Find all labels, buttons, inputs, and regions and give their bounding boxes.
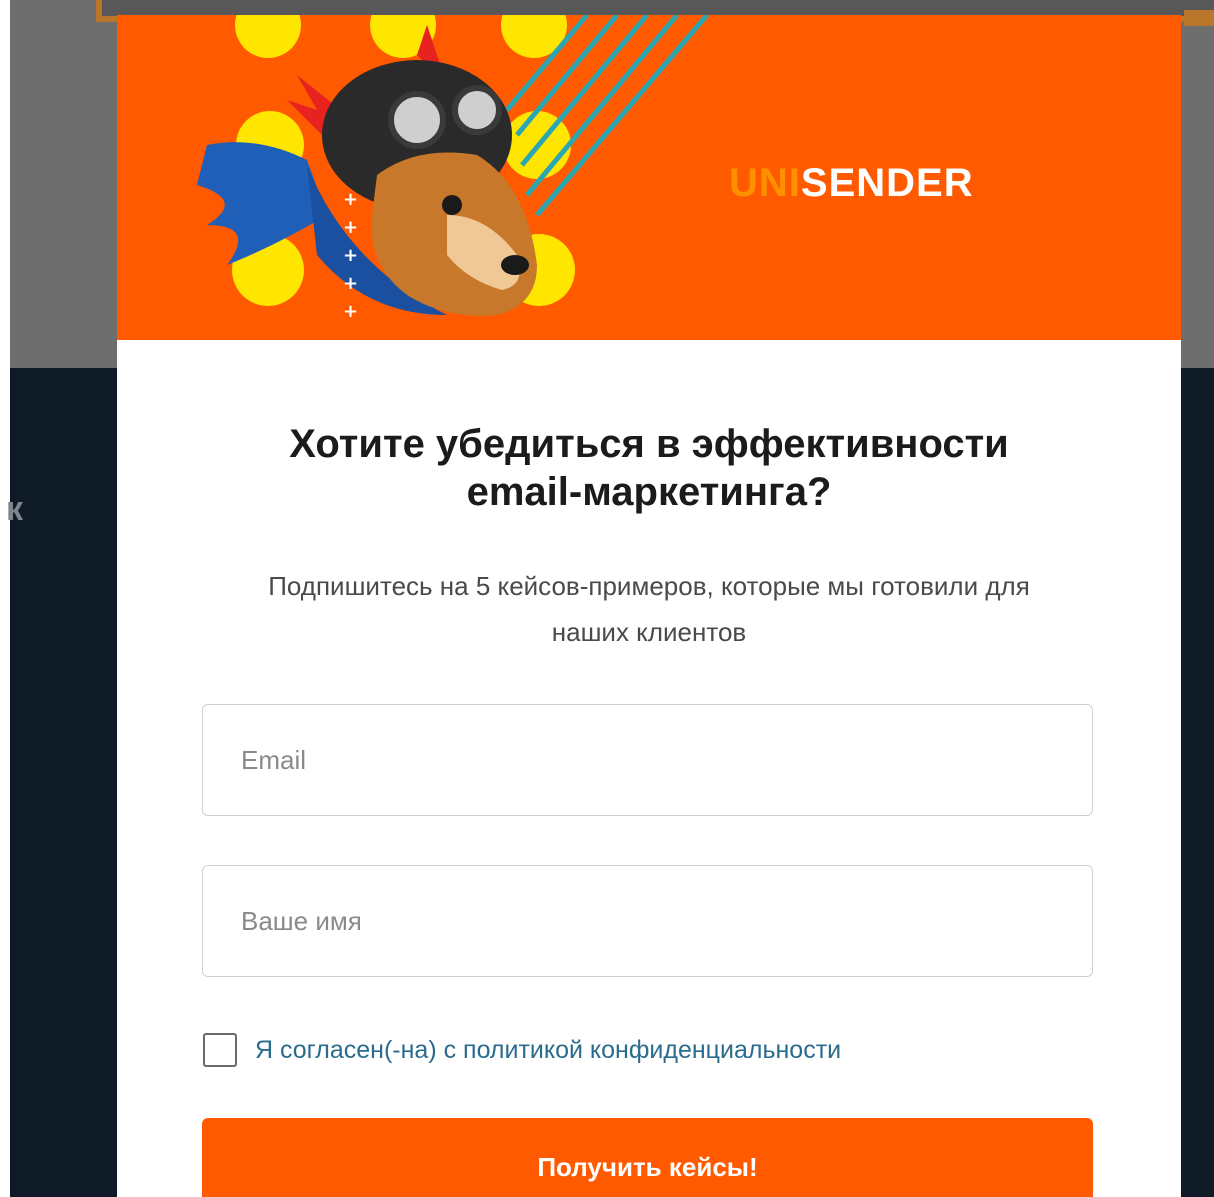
get-cases-button[interactable]: Получить кейсы! — [202, 1118, 1093, 1197]
privacy-consent-checkbox[interactable] — [203, 1033, 237, 1067]
subtitle-line-2: наших клиентов — [551, 617, 747, 647]
logo-part-sender: SENDER — [800, 161, 974, 205]
subscribe-modal: + + + + + UNISENDER Хотите убедиться в э… — [117, 15, 1181, 1197]
modal-subtitle: Подпишитесь на 5 кейсов-примеров, которы… — [177, 563, 1121, 655]
page-edge — [0, 0, 10, 1197]
svg-text:+: + — [343, 189, 358, 210]
dog-aviator-mascot-illustration: + + + + + — [197, 15, 709, 322]
unisender-logo: UNISENDER — [729, 161, 974, 206]
privacy-consent[interactable]: Я согласен(-на) с политикой конфиденциал… — [203, 1033, 841, 1067]
privacy-policy-link[interactable]: Я согласен(-на) с политикой конфиденциал… — [255, 1036, 841, 1065]
email-field[interactable] — [202, 704, 1093, 816]
svg-text:+: + — [343, 273, 358, 294]
title-line-2: email-маркетинга? — [466, 470, 832, 514]
subtitle-line-1: Подпишитесь на 5 кейсов-примеров, которы… — [268, 571, 1030, 601]
background-partial-label: к — [6, 490, 24, 528]
svg-text:+: + — [343, 245, 358, 266]
svg-text:+: + — [343, 301, 358, 322]
modal-title: Хотите убедиться в эффективности email-м… — [117, 420, 1181, 516]
email-input[interactable] — [203, 744, 1092, 776]
name-input[interactable] — [203, 905, 1092, 937]
logo-part-uni: UNI — [729, 161, 801, 205]
svg-text:+: + — [343, 217, 358, 238]
title-line-1: Хотите убедиться в эффективности — [289, 422, 1009, 466]
background-frame-corner — [1184, 10, 1214, 26]
modal-hero-banner: + + + + + UNISENDER — [117, 15, 1181, 340]
name-field[interactable] — [202, 865, 1093, 977]
